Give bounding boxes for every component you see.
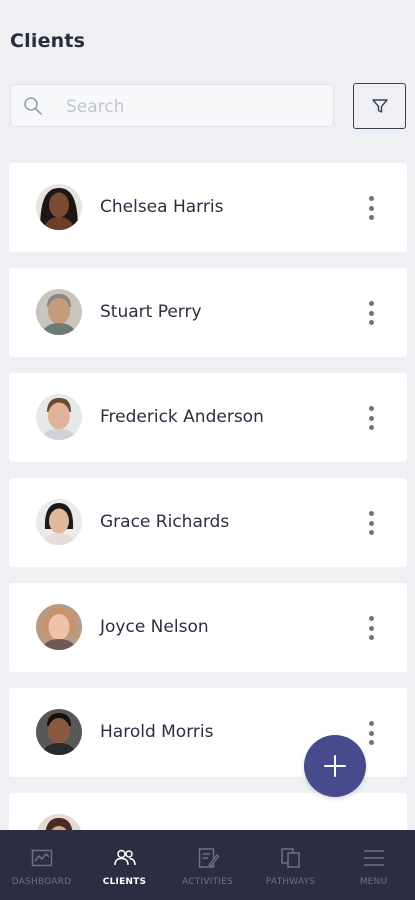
client-name: Chelsea Harris [100, 197, 224, 217]
client-card[interactable]: Joyce Nelson [9, 583, 407, 672]
client-name: Frederick Anderson [100, 407, 264, 427]
page-title: Clients [10, 30, 86, 52]
bottom-nav: DASHBOARD CLIENTS ACTIVITIES PATHWAYS ME… [0, 830, 415, 900]
more-options-icon[interactable] [361, 511, 381, 535]
activities-icon [198, 848, 219, 868]
search-icon [24, 97, 42, 115]
client-name: Joyce Nelson [100, 617, 209, 637]
client-name: Grace Richards [100, 512, 230, 532]
menu-icon [363, 850, 384, 866]
more-options-icon[interactable] [361, 406, 381, 430]
more-options-icon[interactable] [361, 721, 381, 745]
nav-label: MENU [359, 877, 388, 887]
avatar [36, 184, 82, 230]
client-name: Stuart Perry [100, 302, 202, 322]
nav-label: PATHWAYS [265, 877, 316, 887]
client-card[interactable]: Stuart Perry [9, 268, 407, 357]
search-box[interactable] [10, 84, 334, 128]
nav-item-menu[interactable]: MENU [332, 830, 415, 900]
pathways-icon [280, 848, 300, 868]
nav-item-dashboard[interactable]: DASHBOARD [0, 830, 83, 900]
client-name: Harold Morris [100, 722, 214, 742]
more-options-icon[interactable] [361, 616, 381, 640]
nav-item-pathways[interactable]: PATHWAYS [249, 830, 332, 900]
nav-label: CLIENTS [102, 877, 147, 887]
nav-label: ACTIVITIES [182, 877, 233, 887]
add-client-button[interactable] [304, 735, 366, 797]
client-card[interactable]: Chelsea Harris [9, 163, 407, 252]
plus-icon [324, 755, 346, 777]
client-card[interactable]: Grace Richards [9, 478, 407, 567]
avatar [36, 604, 82, 650]
avatar [36, 709, 82, 755]
nav-item-clients[interactable]: CLIENTS [83, 830, 166, 900]
filter-icon [371, 99, 388, 113]
more-options-icon[interactable] [361, 301, 381, 325]
filter-button[interactable] [353, 83, 406, 129]
avatar [36, 499, 82, 545]
client-card[interactable]: Frederick Anderson [9, 373, 407, 462]
avatar [36, 289, 82, 335]
search-input[interactable] [64, 85, 328, 128]
clients-icon [113, 849, 136, 866]
nav-label: DASHBOARD [11, 877, 72, 887]
more-options-icon[interactable] [361, 196, 381, 220]
nav-item-activities[interactable]: ACTIVITIES [166, 830, 249, 900]
avatar [36, 394, 82, 440]
dashboard-icon [31, 849, 52, 867]
